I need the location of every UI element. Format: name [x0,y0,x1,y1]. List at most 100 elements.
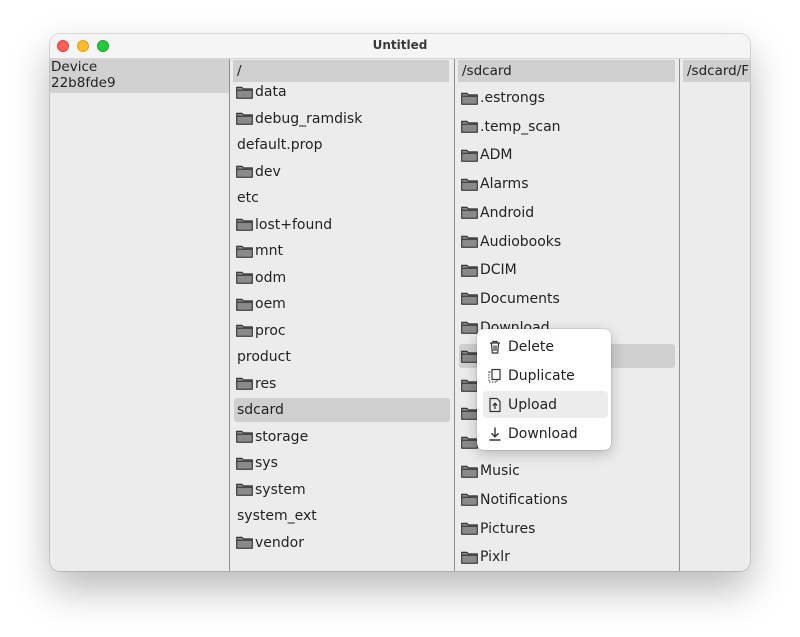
folder-icon [461,551,478,564]
root-list-item[interactable]: dev [234,160,450,184]
sdcard-list-item[interactable]: .temp_scan [459,115,675,139]
root-list-item[interactable]: res [234,372,450,396]
folder-icon [236,86,253,99]
sdcard-column[interactable]: /sdcard .estrongs .temp_scan ADM Alarms Andr… [455,59,680,571]
window-title: Untitled [372,38,428,52]
folder-icon [461,292,478,306]
sdcard-item-label: Notifications [480,491,568,508]
sdcard-item-label: Pixlr [480,549,510,566]
folder-icon [236,430,253,443]
menu-item-download[interactable]: Download [483,420,608,447]
folder-icon [461,465,478,478]
folder-icon [461,436,478,449]
root-list-item[interactable]: vendor [234,531,450,555]
fonts-column[interactable]: /sdcard/F [680,59,750,571]
sdcard-list-item[interactable]: Alarms [459,172,675,196]
sdcard-item-label: .estrongs [480,90,545,106]
root-column-header: / [233,60,449,82]
root-list-item[interactable]: etc [234,186,450,210]
menu-item-delete[interactable]: Delete [483,333,608,360]
menu-item-upload[interactable]: Upload [483,391,608,418]
root-list-item[interactable]: sys [234,451,450,475]
folder-icon [236,377,253,390]
sdcard-list-item[interactable]: Documents [459,287,675,311]
sdcard-item-label: .temp_scan [480,118,561,135]
folder-icon [461,321,478,334]
folder-icon [236,536,253,549]
root-list-item[interactable]: mnt [234,239,450,263]
sdcard-item-label: Pictures [480,520,536,537]
device-column: Device 22b8fde9 [50,59,230,571]
sdcard-list-item[interactable]: ADM [459,143,675,167]
root-item-label: mnt [255,243,283,259]
folder-icon [236,457,253,470]
fonts-column-header: /sdcard/F [683,60,750,82]
context-menu: Delete Duplicate Upload Download [477,329,611,450]
folder-icon [236,324,253,337]
folder-icon [461,350,478,363]
download-icon [487,426,503,442]
root-list-item[interactable]: odm [234,266,450,290]
device-serial: 22b8fde9 [51,75,116,91]
menu-item-duplicate-label: Duplicate [508,367,575,384]
root-list-item[interactable]: proc [234,319,450,343]
sdcard-item-label: Documents [480,290,560,307]
sdcard-list-item[interactable]: Audiobooks [459,230,675,254]
root-list-item[interactable]: oem [234,292,450,316]
root-list-item[interactable]: debug_ramdisk [234,107,450,131]
folder-icon [461,178,478,191]
duplicate-icon [487,368,503,384]
device-label: Device [51,59,98,75]
root-list-item[interactable]: data [234,80,450,104]
root-list-item[interactable]: lost+found [234,213,450,237]
root-item-label: odm [255,269,287,286]
device-item[interactable]: Device 22b8fde9 [50,59,229,93]
root-item-label: res [255,375,277,392]
root-item-label: sys [255,455,278,471]
sdcard-item-label: Android [480,204,535,221]
root-item-label: system [255,481,306,498]
app-window: Untitled Device 22b8fde9 / data debug_ram… [50,34,750,571]
root-item-label: data [255,84,287,100]
folder-icon [461,522,478,535]
sdcard-list-item[interactable]: Pixlr [459,545,675,569]
sdcard-item-label: DCIM [480,262,517,279]
root-list-item[interactable]: product [234,345,450,369]
folder-icon [461,493,478,507]
root-item-label: etc [237,190,259,206]
root-list-item[interactable]: default.prop [234,133,450,157]
sdcard-list-item[interactable]: Notifications [459,488,675,512]
root-item-label: sdcard [237,402,284,418]
root-column[interactable]: / data debug_ramdisk default.prop dev etc los… [230,59,455,571]
folder-icon [461,235,478,248]
folder-icon [461,206,478,220]
sdcard-item-label: Music [480,463,520,480]
folder-icon [236,165,253,178]
root-list-item[interactable]: system [234,478,450,502]
root-item-label: lost+found [255,216,333,233]
root-item-label: proc [255,322,286,339]
folder-icon [461,149,478,162]
root-item-label: product [237,349,291,365]
menu-item-duplicate[interactable]: Duplicate [483,362,608,389]
upload-icon [487,397,503,413]
root-list-item[interactable]: sdcard [234,398,450,422]
sdcard-list-item[interactable]: Pictures [459,517,675,541]
sdcard-list-item[interactable]: DCIM [459,258,675,282]
sdcard-list-item[interactable]: Music [459,459,675,483]
column-browser: Device 22b8fde9 / data debug_ramdiskdefau… [50,59,750,571]
menu-item-delete-label: Delete [508,338,554,355]
folder-icon [236,298,253,311]
root-list-item[interactable]: storage [234,425,450,449]
folder-icon [236,245,253,258]
root-item-label: storage [255,428,309,445]
folder-icon [236,218,253,231]
root-item-label: debug_ramdisk [255,110,363,127]
sdcard-item-label: ADM [480,147,513,164]
sdcard-list-item[interactable]: Android [459,201,675,225]
root-item-label: dev [255,163,281,180]
sdcard-item-label: Alarms [480,176,529,193]
root-item-label: oem [255,296,286,312]
sdcard-list-item[interactable]: .estrongs [459,86,675,110]
root-list-item[interactable]: system_ext [234,504,450,528]
